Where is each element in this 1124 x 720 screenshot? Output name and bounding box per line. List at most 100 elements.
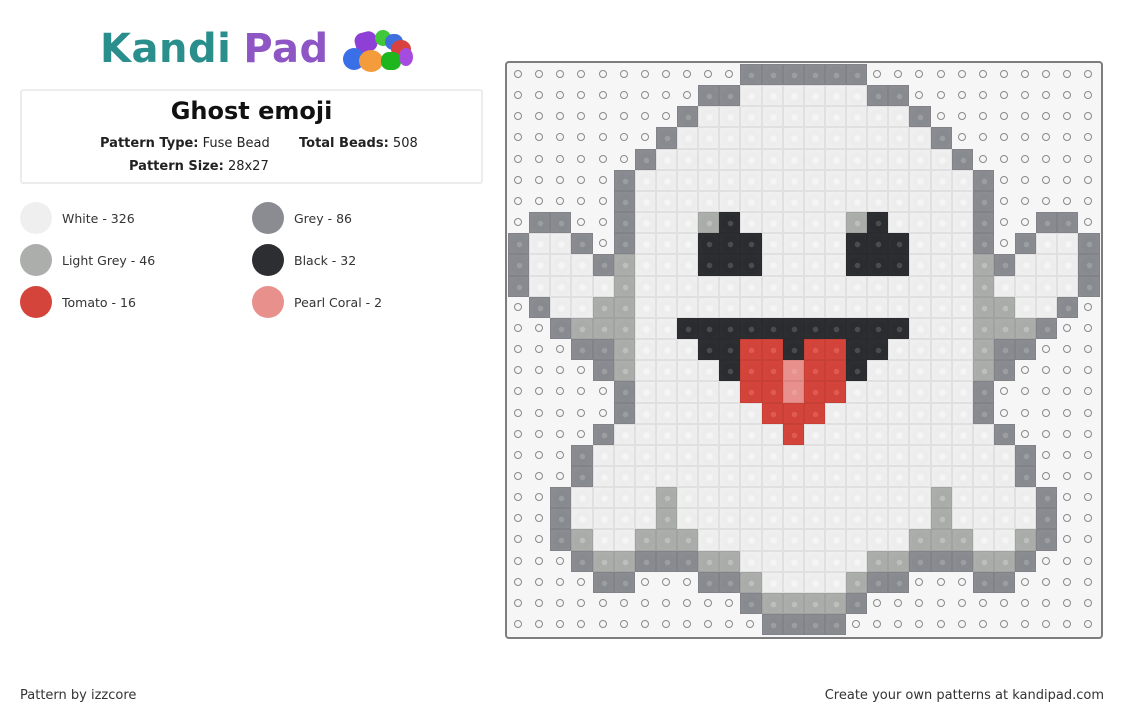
bead-white <box>740 487 762 509</box>
bead-grey <box>592 571 614 593</box>
bead-white <box>909 444 931 466</box>
empty-peg <box>571 212 592 233</box>
empty-peg <box>1036 170 1057 191</box>
bead-black <box>719 233 741 255</box>
empty-peg <box>1036 64 1057 85</box>
bead-grey <box>655 550 677 572</box>
bead-light-grey <box>655 508 677 530</box>
pattern-info-card: Ghost emoji Pattern Type: Fuse Bead Tota… <box>20 89 483 184</box>
empty-peg <box>508 149 529 170</box>
kandipad-logo[interactable]: Kandi Pad <box>100 24 413 74</box>
empty-peg <box>1078 466 1099 487</box>
empty-peg <box>1057 508 1078 529</box>
bead-grey <box>592 360 614 382</box>
bead-white <box>993 508 1015 530</box>
bead-white <box>677 148 699 170</box>
empty-peg <box>1078 297 1099 318</box>
bead-white <box>824 127 846 149</box>
empty-peg <box>1036 106 1057 127</box>
bead-white <box>677 339 699 361</box>
bead-white <box>951 465 973 488</box>
empty-peg <box>550 170 571 191</box>
empty-peg <box>614 593 635 614</box>
bead-white <box>867 275 889 297</box>
bead-white <box>761 487 783 509</box>
bead-light-grey <box>592 550 614 572</box>
bead-white <box>846 85 868 107</box>
bead-white <box>782 529 804 551</box>
bead-white <box>951 339 973 361</box>
empty-peg <box>1015 127 1036 148</box>
bead-white <box>951 402 973 424</box>
bead-white <box>740 550 762 572</box>
bead-white <box>846 106 868 128</box>
bead-white <box>972 508 994 530</box>
bead-light-grey <box>571 529 593 551</box>
bead-white <box>867 106 889 128</box>
empty-peg <box>994 381 1015 402</box>
empty-peg <box>952 127 973 148</box>
bead-white <box>846 169 868 191</box>
bead-white <box>888 148 910 170</box>
empty-peg <box>867 64 888 85</box>
bead-white <box>761 296 783 318</box>
bead-white <box>592 487 614 509</box>
bead-white <box>613 444 635 466</box>
bead-white <box>909 275 931 297</box>
bead-white <box>698 275 720 297</box>
bead-black <box>740 254 762 276</box>
bead-white <box>846 444 868 466</box>
create-patterns-link[interactable]: Create your own patterns at kandipad.com <box>825 688 1104 703</box>
bead-white <box>740 275 762 297</box>
bead-white <box>846 487 868 509</box>
bead-white <box>803 550 825 572</box>
bead-white <box>782 190 804 213</box>
bead-white <box>698 508 720 530</box>
empty-peg <box>994 403 1015 424</box>
bead-grey <box>867 85 889 107</box>
bead-white <box>677 508 699 530</box>
bead-black <box>824 317 846 340</box>
bead-white <box>782 106 804 128</box>
empty-peg <box>529 593 550 614</box>
bead-grey <box>550 529 572 551</box>
bead-white <box>909 381 931 403</box>
bead-light-grey <box>592 317 614 340</box>
empty-peg <box>550 106 571 127</box>
bead-tomato <box>740 381 762 403</box>
empty-peg <box>952 593 973 614</box>
bead-grey <box>909 106 931 128</box>
bead-grey <box>1036 317 1058 340</box>
bead-white <box>930 317 952 340</box>
bead-grey <box>613 571 635 593</box>
empty-peg <box>529 445 550 466</box>
bead-white <box>803 127 825 149</box>
bead-white <box>740 127 762 149</box>
bead-white <box>867 487 889 509</box>
bead-grey <box>550 508 572 530</box>
empty-peg <box>529 360 550 381</box>
empty-peg <box>1015 424 1036 445</box>
bead-light-grey <box>613 254 635 276</box>
palette-label: White - 326 <box>62 210 135 226</box>
bead-white <box>740 529 762 551</box>
empty-peg <box>550 85 571 106</box>
bead-white <box>1015 254 1037 276</box>
bead-white <box>782 571 804 593</box>
color-dot <box>20 286 52 318</box>
empty-peg <box>1078 191 1099 212</box>
empty-peg <box>593 64 614 85</box>
bead-white <box>993 444 1015 466</box>
bead-grey <box>634 148 656 170</box>
empty-peg <box>1057 127 1078 148</box>
bead-white <box>571 508 593 530</box>
bead-grey <box>550 317 572 340</box>
empty-peg <box>550 614 571 635</box>
bead-light-grey <box>613 296 635 318</box>
beads-pile-icon <box>341 26 413 72</box>
bead-grey <box>993 254 1015 276</box>
bead-grey <box>1036 487 1058 509</box>
bead-white <box>677 487 699 509</box>
bead-white <box>930 465 952 488</box>
empty-peg <box>635 572 656 593</box>
